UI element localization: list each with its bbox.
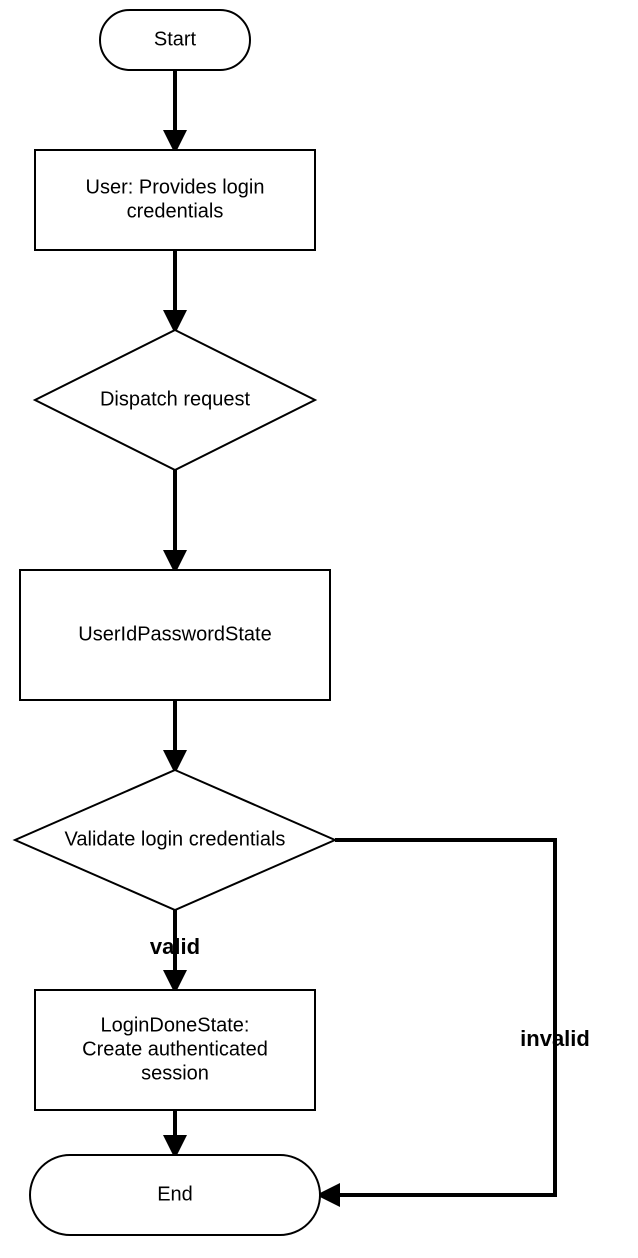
node-user-credentials-line2: credentials [127, 200, 224, 222]
node-dispatch-label: Dispatch request [100, 388, 251, 410]
node-userid-state: UserIdPasswordState [20, 570, 330, 700]
node-validate: Validate login credentials [15, 770, 335, 910]
node-validate-label: Validate login credentials [65, 828, 286, 850]
node-user-credentials: User: Provides login credentials [35, 150, 315, 250]
node-login-done-line1: LoginDoneState: [100, 1014, 249, 1036]
node-user-credentials-line1: User: Provides login [86, 176, 265, 198]
node-login-done: LoginDoneState: Create authenticated ses… [35, 990, 315, 1110]
edge-validate-to-end-invalid [320, 840, 555, 1195]
node-end-label: End [157, 1183, 193, 1205]
edge-label-invalid: invalid [520, 1026, 590, 1051]
node-login-done-line2: Create authenticated [82, 1038, 268, 1060]
node-start: Start [100, 10, 250, 70]
node-dispatch: Dispatch request [35, 330, 315, 470]
node-end: End [30, 1155, 320, 1235]
node-start-label: Start [154, 28, 197, 50]
edge-label-valid: valid [150, 934, 200, 959]
node-login-done-line3: session [141, 1062, 209, 1084]
node-userid-state-label: UserIdPasswordState [78, 623, 271, 645]
